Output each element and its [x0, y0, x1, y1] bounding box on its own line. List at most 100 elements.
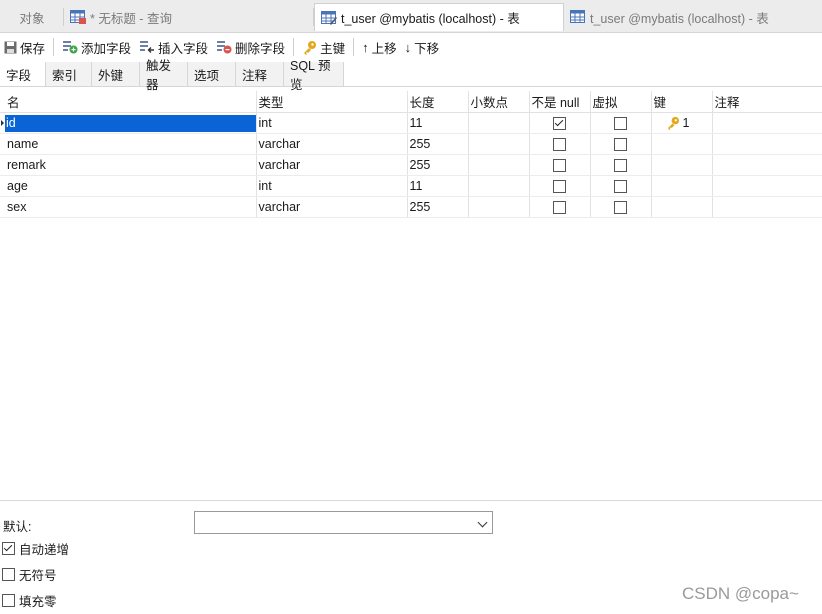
auto-increment-label: 自动递增 [19, 543, 70, 557]
toolbar-separator [353, 38, 355, 56]
field-name-cell[interactable]: age [0, 175, 257, 197]
column-header-type[interactable]: 类型 [256, 91, 408, 113]
table-icon [70, 10, 86, 24]
field-type-cell[interactable]: int [256, 112, 408, 134]
key-order: 1 [682, 115, 690, 130]
table-row[interactable]: age int 11 [0, 175, 822, 197]
tab-t-user-table[interactable]: t_user @mybatis (localhost) - 表 [564, 4, 814, 30]
virtual-checkbox[interactable] [614, 137, 627, 151]
tab-triggers[interactable]: 触发器 [140, 59, 188, 92]
field-length-cell[interactable]: 11 [407, 112, 469, 134]
virtual-checkbox[interactable] [614, 158, 627, 172]
table-row[interactable]: id int 11 1 [0, 112, 822, 134]
table-design-icon [321, 10, 337, 25]
not-null-checkbox[interactable] [553, 137, 566, 151]
add-field-button[interactable]: 添加字段 [58, 36, 135, 58]
tab-untitled-query[interactable]: * 无标题 - 查询 [64, 4, 314, 30]
field-name-cell[interactable]: remark [0, 154, 257, 176]
field-decimals-cell[interactable] [468, 154, 530, 176]
table-row[interactable]: sex varchar 255 [0, 196, 822, 218]
auto-increment-option[interactable]: 自动递增 [2, 539, 69, 558]
virtual-cell [590, 196, 652, 218]
field-name-cell[interactable]: name [0, 133, 257, 155]
column-header-decimals[interactable]: 小数点 [468, 91, 530, 113]
unsigned-option[interactable]: 无符号 [2, 565, 57, 584]
tab-objects[interactable]: 对象 [0, 4, 64, 30]
key-icon [304, 40, 317, 55]
not-null-checkbox[interactable] [553, 200, 566, 214]
field-type-cell[interactable]: int [256, 175, 408, 197]
key-cell[interactable] [651, 196, 713, 218]
field-type-cell[interactable]: varchar [256, 154, 408, 176]
column-header-not-null[interactable]: 不是 null [529, 91, 591, 113]
key-cell[interactable]: 1 [651, 112, 713, 134]
column-header-name[interactable]: 名 [0, 91, 257, 113]
field-length-cell[interactable]: 255 [407, 154, 469, 176]
toolbar: 保存 添加字段 插入字段 删除字段 主键 ↑ 上移 ↓ 下移 [0, 33, 822, 61]
not-null-cell [529, 175, 591, 197]
field-length-cell[interactable]: 255 [407, 196, 469, 218]
field-length-cell[interactable]: 255 [407, 133, 469, 155]
virtual-cell [590, 112, 652, 134]
tab-fields[interactable]: 字段 [0, 62, 46, 86]
zerofill-option[interactable]: 填充零 [2, 591, 57, 610]
field-name-value[interactable]: id [5, 114, 255, 132]
tab-t-user-design[interactable]: t_user @mybatis (localhost) - 表 [314, 3, 564, 31]
tab-indexes[interactable]: 索引 [46, 62, 92, 86]
virtual-checkbox[interactable] [614, 200, 627, 214]
field-type-cell[interactable]: varchar [256, 196, 408, 218]
fields-table: 名 类型 长度 小数点 不是 null 虚拟 键 注释 id int 11 1 … [0, 91, 822, 218]
tab-foreign-keys[interactable]: 外键 [92, 62, 140, 86]
delete-field-icon [217, 41, 232, 54]
not-null-checkbox[interactable] [553, 116, 566, 130]
column-header-virtual[interactable]: 虚拟 [590, 91, 652, 113]
tab-t-user-table-label: t_user @mybatis (localhost) - 表 [590, 11, 769, 26]
auto-increment-checkbox[interactable] [2, 542, 15, 555]
move-up-button[interactable]: ↑ 上移 [358, 36, 401, 58]
virtual-checkbox[interactable] [614, 116, 627, 130]
table-row[interactable]: name varchar 255 [0, 133, 822, 155]
field-decimals-cell[interactable] [468, 175, 530, 197]
not-null-checkbox[interactable] [553, 158, 566, 172]
unsigned-checkbox[interactable] [2, 568, 15, 581]
field-length-cell[interactable]: 11 [407, 175, 469, 197]
field-comment-cell[interactable] [712, 133, 822, 155]
field-comment-cell[interactable] [712, 175, 822, 197]
virtual-cell [590, 133, 652, 155]
toolbar-separator [293, 38, 295, 56]
tab-objects-label: 对象 [19, 11, 45, 26]
column-header-length[interactable]: 长度 [407, 91, 469, 113]
column-header-comment[interactable]: 注释 [712, 91, 822, 113]
field-comment-cell[interactable] [712, 196, 822, 218]
column-header-key[interactable]: 键 [651, 91, 713, 113]
move-down-button[interactable]: ↓ 下移 [401, 36, 444, 58]
not-null-checkbox[interactable] [553, 179, 566, 193]
key-cell[interactable] [651, 154, 713, 176]
add-field-icon [63, 41, 78, 54]
key-cell[interactable] [651, 175, 713, 197]
field-name-cell[interactable]: id [0, 112, 257, 134]
field-decimals-cell[interactable] [468, 133, 530, 155]
zerofill-checkbox[interactable] [2, 594, 15, 607]
tab-comment[interactable]: 注释 [236, 62, 284, 86]
tab-options[interactable]: 选项 [188, 62, 236, 86]
table-row[interactable]: remark varchar 255 [0, 154, 822, 176]
arrow-up-icon: ↑ [362, 39, 369, 55]
field-comment-cell[interactable] [712, 154, 822, 176]
document-tab-bar: 对象 * 无标题 - 查询 t_user @mybatis (localhost… [0, 0, 822, 33]
field-decimals-cell[interactable] [468, 112, 530, 134]
virtual-cell [590, 154, 652, 176]
key-cell[interactable] [651, 133, 713, 155]
virtual-cell [590, 175, 652, 197]
tab-sql-preview[interactable]: SQL 预览 [284, 59, 344, 92]
save-button[interactable]: 保存 [0, 36, 49, 58]
virtual-checkbox[interactable] [614, 179, 627, 193]
default-value-select[interactable] [194, 511, 493, 534]
field-decimals-cell[interactable] [468, 196, 530, 218]
delete-field-button[interactable]: 删除字段 [212, 36, 289, 58]
field-type-cell[interactable]: varchar [256, 133, 408, 155]
properties-divider[interactable] [0, 500, 822, 501]
field-name-cell[interactable]: sex [0, 196, 257, 218]
field-comment-cell[interactable] [712, 112, 822, 134]
insert-field-label: 插入字段 [158, 41, 209, 56]
